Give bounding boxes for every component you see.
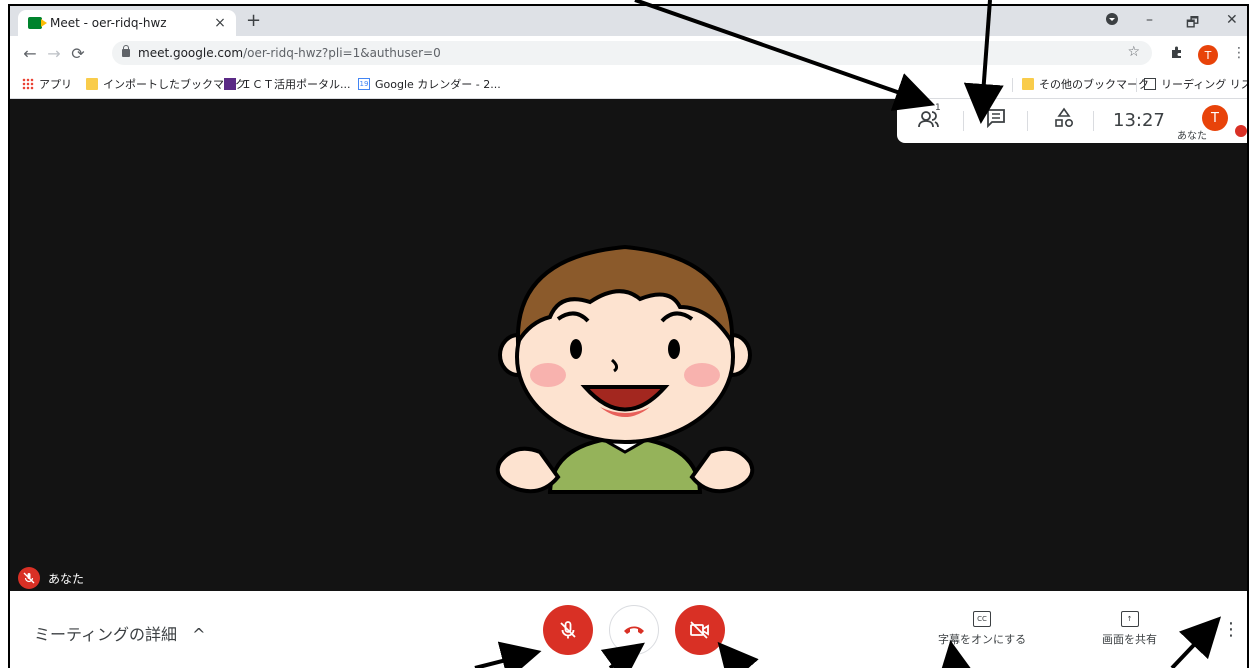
- bookmark-ict-portal-label: ＩＣＴ活用ポータル...: [241, 78, 351, 91]
- participant-name: あなた: [48, 571, 85, 586]
- extensions-icon[interactable]: [1170, 45, 1184, 63]
- chevron-up-icon: ^: [192, 625, 206, 644]
- bookmark-separator: [1136, 78, 1137, 92]
- tab-strip: Meet - oer-ridq-hwz × + – 🗗 ✕: [10, 6, 1247, 36]
- restore-button[interactable]: 🗗: [1186, 12, 1199, 36]
- meet-top-bar: 1 13:27 T あなた: [897, 99, 1247, 143]
- more-options-icon[interactable]: ⋮: [1222, 619, 1240, 640]
- bookmark-other[interactable]: その他のブックマーク: [1022, 76, 1149, 92]
- back-icon[interactable]: ←: [18, 44, 42, 63]
- ict-portal-icon: [224, 78, 236, 90]
- self-muted-indicator-icon: [1235, 125, 1247, 137]
- leave-call-button[interactable]: [609, 605, 659, 655]
- meeting-details-label: ミーティングの詳細: [34, 625, 178, 644]
- minimize-button[interactable]: –: [1146, 12, 1153, 28]
- bookmark-google-calendar-label: Google カレンダー - 2...: [375, 78, 501, 91]
- captions-label: 字幕をオンにする: [938, 633, 1027, 646]
- camera-off-icon: [690, 621, 709, 639]
- muted-mic-icon: [18, 567, 40, 589]
- chat-button[interactable]: [985, 107, 1007, 134]
- toolbar: ← → ⟳ meet.google.com/oer-ridq-hwz?pli=1…: [10, 36, 1247, 70]
- bookmark-imported[interactable]: インポートしたブックマーク: [86, 76, 246, 92]
- bookmark-star-icon[interactable]: ☆: [1127, 44, 1140, 60]
- reading-list-icon: [1144, 78, 1156, 90]
- chat-icon: [987, 109, 1005, 129]
- meeting-stage: 1 13:27 T あなた あなた: [10, 99, 1247, 591]
- reload-icon[interactable]: ⟳: [66, 44, 90, 63]
- topbar-divider: [1093, 111, 1094, 131]
- captions-button[interactable]: CC 字幕をオンにする: [938, 611, 1026, 647]
- close-tab-icon[interactable]: ×: [210, 15, 230, 31]
- folder-icon: [86, 78, 98, 90]
- bookmark-apps-label: アプリ: [39, 78, 72, 91]
- participants-button[interactable]: 1: [917, 103, 945, 136]
- meeting-clock: 13:27: [1113, 110, 1165, 131]
- captions-cc-icon: CC: [973, 611, 992, 627]
- url-host: meet.google.com: [138, 46, 244, 60]
- mic-off-icon: [560, 621, 576, 639]
- menu-kebab-icon[interactable]: ⋮: [1232, 45, 1246, 61]
- bookmark-apps[interactable]: アプリ: [22, 76, 72, 92]
- reading-list-label: リーディング リスト: [1161, 78, 1247, 91]
- tab-meet[interactable]: Meet - oer-ridq-hwz ×: [18, 10, 236, 36]
- profile-avatar[interactable]: T: [1198, 45, 1218, 65]
- bookmarks-bar: アプリ インポートしたブックマーク ＩＣＴ活用ポータル... 19 Google…: [10, 70, 1247, 99]
- present-screen-icon: ↑: [1120, 611, 1139, 627]
- new-tab-button[interactable]: +: [246, 10, 261, 31]
- url-path: /oer-ridq-hwz?pli=1&authuser=0: [243, 46, 441, 60]
- close-window-button[interactable]: ✕: [1226, 12, 1238, 28]
- present-screen-button[interactable]: ↑ 画面を共有: [1102, 611, 1157, 647]
- present-label: 画面を共有: [1102, 633, 1157, 646]
- self-label: あなた: [1177, 131, 1207, 142]
- calendar-icon: 19: [358, 78, 370, 90]
- activities-shapes-icon: [1055, 107, 1074, 128]
- camera-toggle-button[interactable]: [675, 605, 725, 655]
- participants-count: 1: [935, 103, 941, 113]
- participants-icon: [918, 111, 939, 128]
- topbar-divider: [1027, 111, 1028, 131]
- mic-toggle-button[interactable]: [543, 605, 593, 655]
- folder-icon: [1022, 78, 1034, 90]
- apps-grid-icon: [22, 78, 34, 90]
- lock-icon[interactable]: [122, 45, 130, 57]
- meet-favicon-icon: [28, 17, 47, 29]
- reading-list[interactable]: リーディング リスト: [1144, 76, 1247, 92]
- meet-control-bar: ミーティングの詳細 ^ CC 字幕をオンにする ↑ 画面を共有 ⋮: [10, 591, 1247, 668]
- bookmark-other-label: その他のブックマーク: [1039, 78, 1149, 91]
- participant-avatar-illustration: [495, 244, 755, 494]
- topbar-divider: [963, 111, 964, 131]
- bookmark-google-calendar[interactable]: 19 Google カレンダー - 2...: [358, 76, 501, 92]
- activities-button[interactable]: [1053, 107, 1075, 134]
- meeting-details-button[interactable]: ミーティングの詳細 ^: [34, 621, 206, 645]
- address-bar[interactable]: meet.google.com/oer-ridq-hwz?pli=1&authu…: [112, 41, 1152, 65]
- hang-up-icon: [624, 626, 644, 634]
- forward-icon[interactable]: →: [42, 44, 66, 63]
- bookmark-separator: [1012, 78, 1013, 92]
- browser-window: Meet - oer-ridq-hwz × + – 🗗 ✕ ← → ⟳ meet…: [8, 4, 1249, 668]
- tab-title: Meet - oer-ridq-hwz: [50, 16, 167, 30]
- bookmark-ict-portal[interactable]: ＩＣＴ活用ポータル...: [224, 76, 351, 92]
- participant-tile-label: あなた: [18, 567, 84, 589]
- profile-dropdown-icon[interactable]: [1105, 12, 1119, 30]
